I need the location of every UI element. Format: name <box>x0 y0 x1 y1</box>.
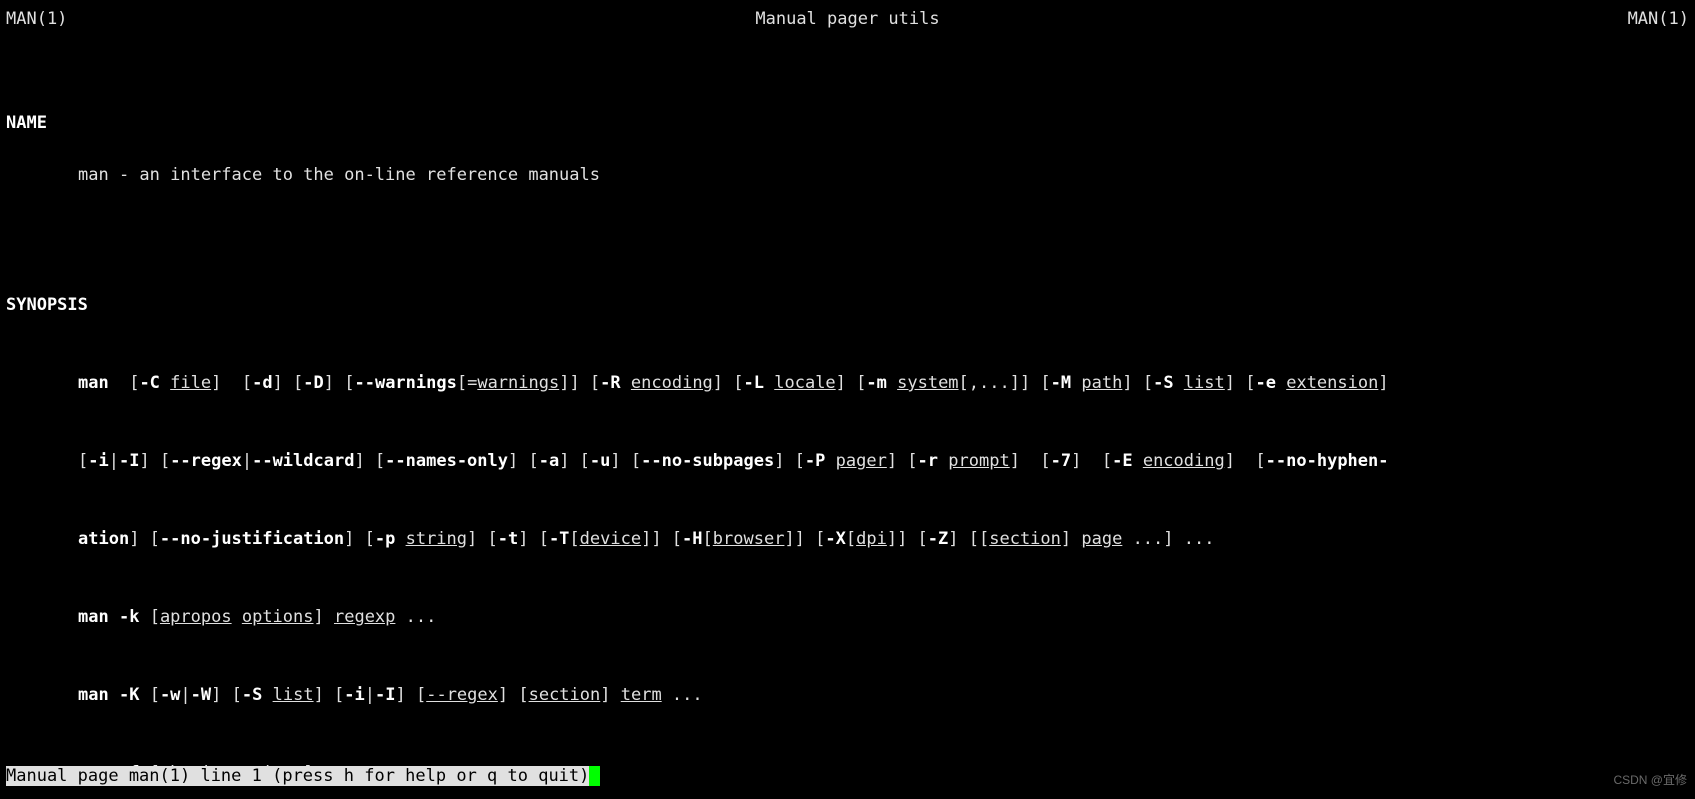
section-name-heading: NAME <box>6 110 1689 136</box>
man-header: MAN(1) Manual pager utils MAN(1) <box>0 0 1695 32</box>
pager-status-text: Manual page man(1) line 1 (press h for h… <box>6 766 589 786</box>
synopsis-line-1: man [-C file] [-d] [-D] [--warnings[=war… <box>6 370 1689 396</box>
watermark: CSDN @宜修 <box>1613 767 1687 793</box>
header-center: Manual pager utils <box>755 6 939 32</box>
header-right: MAN(1) <box>1628 6 1689 32</box>
cursor-icon <box>589 766 599 786</box>
pager-status-bar[interactable]: Manual page man(1) line 1 (press h for h… <box>0 763 606 789</box>
name-line: man - an interface to the on-line refere… <box>6 162 1689 188</box>
synopsis-line-3: ation] [--no-justification] [-p string] … <box>6 526 1689 552</box>
synopsis-line-2: [-i|-I] [--regex|--wildcard] [--names-on… <box>6 448 1689 474</box>
section-synopsis-heading: SYNOPSIS <box>6 292 1689 318</box>
synopsis-line-4: man -k [apropos options] regexp ... <box>6 604 1689 630</box>
header-left: MAN(1) <box>6 6 67 32</box>
man-page-body[interactable]: NAME man - an interface to the on-line r… <box>0 32 1695 799</box>
synopsis-line-5: man -K [-w|-W] [-S list] [-i|-I] [--rege… <box>6 682 1689 708</box>
